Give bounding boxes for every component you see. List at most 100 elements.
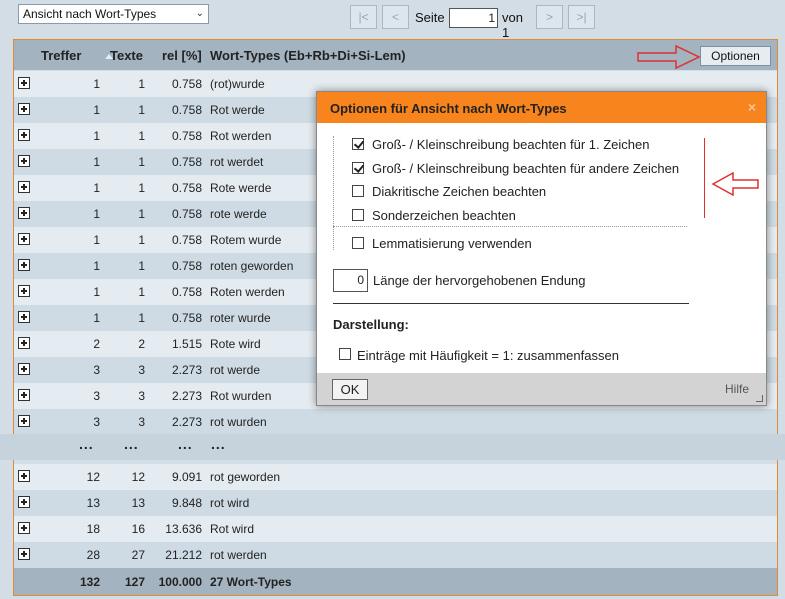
annotation-arrow-icon: [711, 171, 759, 197]
option-checkbox[interactable]: [352, 237, 364, 249]
expand-icon[interactable]: [18, 181, 30, 193]
expand-icon[interactable]: [18, 259, 30, 271]
texte-cell: 1: [138, 129, 145, 143]
wort-cell: Rot werden: [210, 129, 272, 143]
ending-length-label: Länge der hervorgehobenen Endung: [373, 273, 586, 288]
rel-cell: 0.758: [171, 311, 202, 325]
treffer-cell: 13: [86, 496, 100, 510]
treffer-cell: 1: [93, 285, 100, 299]
table-row: 12 12 9.091 rot geworden: [14, 464, 777, 490]
table-row: 28 27 21.212 rot werden: [14, 542, 777, 568]
expand-icon[interactable]: [18, 311, 30, 323]
expand-icon[interactable]: [18, 103, 30, 115]
texte-cell: 3: [138, 415, 145, 429]
rel-cell: 9.091: [171, 470, 202, 484]
ellipsis: ...: [124, 436, 139, 452]
view-select-value: Ansicht nach Wort-Types: [23, 7, 157, 21]
view-select[interactable]: Ansicht nach Wort-Types ⌄: [18, 4, 209, 24]
divider: [333, 303, 689, 304]
page-of-label: von 1: [502, 10, 523, 40]
col-texte-header[interactable]: Texte: [110, 48, 143, 63]
wort-cell: Rot wurden: [210, 389, 272, 403]
texte-cell: 1: [138, 181, 145, 195]
treffer-cell: 1: [93, 129, 100, 143]
option-checkbox[interactable]: [352, 138, 364, 150]
next-page-button[interactable]: >: [536, 5, 563, 29]
treffer-cell: 1: [93, 103, 100, 117]
wort-cell: rot werde: [210, 363, 261, 377]
texte-cell: 1: [138, 233, 145, 247]
last-page-button[interactable]: >|: [568, 5, 595, 29]
expand-icon[interactable]: [18, 155, 30, 167]
texte-cell: 1: [138, 77, 145, 91]
total-rel: 100.000: [158, 575, 202, 589]
rel-cell: 2.273: [171, 415, 202, 429]
col-rel-header[interactable]: rel [%]: [162, 48, 202, 63]
ellipsis-row: ... ... ... ...: [0, 434, 785, 460]
texte-cell: 1: [138, 259, 145, 273]
option-checkbox[interactable]: [352, 185, 364, 197]
treffer-cell: 18: [86, 522, 100, 536]
texte-cell: 1: [138, 103, 145, 117]
option-checkbox[interactable]: [352, 209, 364, 221]
texte-cell: 1: [138, 155, 145, 169]
expand-icon[interactable]: [18, 207, 30, 219]
resize-grip-icon[interactable]: [756, 395, 763, 402]
rel-cell: 0.758: [171, 285, 202, 299]
option-label: Groß- / Kleinschreibung beachten für 1. …: [372, 137, 650, 152]
table-row: 3 3 2.273 rot wurden: [14, 409, 777, 435]
rel-cell: 21.212: [165, 548, 202, 562]
expand-icon[interactable]: [18, 415, 30, 427]
col-wort-header[interactable]: Wort-Types (Eb+Rb+Di+Si-Lem): [210, 48, 406, 63]
expand-icon[interactable]: [18, 233, 30, 245]
rel-cell: 0.758: [171, 207, 202, 221]
wort-cell: roter wurde: [210, 311, 271, 325]
prev-page-button[interactable]: <: [382, 5, 409, 29]
ok-button[interactable]: OK: [332, 379, 368, 400]
expand-icon[interactable]: [18, 522, 30, 534]
annotation-bar: [704, 138, 705, 218]
wort-cell: rot wird: [210, 496, 250, 510]
expand-icon[interactable]: [18, 285, 30, 297]
expand-icon[interactable]: [18, 337, 30, 349]
texte-cell: 1: [138, 207, 145, 221]
merge-label: Einträge mit Häufigkeit = 1: zusammenfas…: [357, 348, 619, 363]
table-row: 13 13 9.848 rot wird: [14, 490, 777, 516]
expand-icon[interactable]: [18, 389, 30, 401]
ellipsis: ...: [178, 436, 193, 452]
treffer-cell: 3: [93, 415, 100, 429]
rel-cell: 2.273: [171, 363, 202, 377]
option-label: Lemmatisierung verwenden: [372, 236, 532, 251]
option-checkbox[interactable]: [352, 162, 364, 174]
treffer-cell: 1: [93, 311, 100, 325]
expand-icon[interactable]: [18, 77, 30, 89]
options-button[interactable]: Optionen: [700, 46, 771, 66]
rel-cell: 0.758: [171, 259, 202, 273]
merge-checkbox[interactable]: [339, 348, 351, 360]
treffer-cell: 1: [93, 77, 100, 91]
rel-cell: 2.273: [171, 389, 202, 403]
first-page-button[interactable]: |<: [350, 5, 377, 29]
rel-cell: 0.758: [171, 103, 202, 117]
ending-length-input[interactable]: 0: [333, 269, 368, 292]
wort-cell: Rote werde: [210, 181, 272, 195]
treffer-cell: 12: [86, 470, 100, 484]
page-number-input[interactable]: 1: [449, 8, 498, 28]
expand-icon[interactable]: [18, 129, 30, 141]
expand-icon[interactable]: [18, 496, 30, 508]
expand-icon[interactable]: [18, 548, 30, 560]
col-treffer-header[interactable]: Treffer: [41, 48, 81, 63]
total-texte: 127: [124, 575, 145, 589]
total-wort: 27 Wort-Types: [210, 575, 292, 589]
expand-icon[interactable]: [18, 363, 30, 375]
expand-icon[interactable]: [18, 470, 30, 482]
rel-cell: 0.758: [171, 155, 202, 169]
texte-cell: 2: [138, 337, 145, 351]
dialog-titlebar[interactable]: Optionen für Ansicht nach Wort-Types ×: [317, 92, 766, 123]
page-label: Seite: [415, 10, 445, 25]
option-label: Diakritische Zeichen beachten: [372, 184, 547, 199]
close-icon[interactable]: ×: [748, 99, 756, 115]
texte-cell: 16: [131, 522, 145, 536]
chevron-down-icon: ⌄: [195, 8, 204, 19]
help-link[interactable]: Hilfe: [725, 382, 749, 396]
